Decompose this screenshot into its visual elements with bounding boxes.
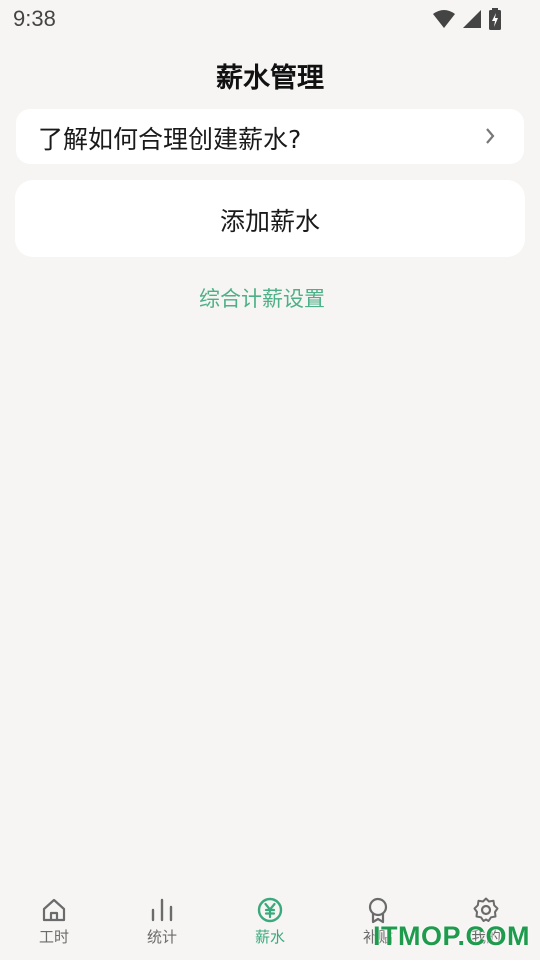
nav-item-stats[interactable]: 统计 <box>108 882 216 960</box>
help-card[interactable]: 了解如何合理创建薪水? <box>16 109 524 164</box>
signal-icon <box>463 10 481 28</box>
chevron-right-icon <box>486 128 495 144</box>
battery-icon <box>489 8 501 30</box>
watermark: ITMOP.COM <box>372 921 530 951</box>
nav-item-label: 统计 <box>146 928 177 946</box>
add-salary-button[interactable]: 添加薪水 <box>15 180 525 257</box>
status-icons <box>432 8 502 30</box>
wifi-icon <box>433 10 455 28</box>
add-salary-label: 添加薪水 <box>219 207 320 236</box>
status-bar: 9:38 <box>0 0 540 40</box>
page-title: 薪水管理 <box>216 63 324 94</box>
comprehensive-pay-settings-link[interactable]: 综合计薪设置 <box>0 283 524 313</box>
help-card-label: 了解如何合理创建薪水? <box>38 125 302 154</box>
nav-item-label: 工时 <box>38 928 69 946</box>
nav-item-hours[interactable]: 工时 <box>0 882 108 960</box>
home-icon <box>42 898 66 922</box>
nav-item-salary[interactable]: 薪水 <box>216 882 324 960</box>
badge-icon <box>368 897 388 924</box>
bar-chart-icon <box>151 898 173 922</box>
nav-item-label: 薪水 <box>254 928 285 946</box>
status-time: 9:38 <box>13 6 56 31</box>
yen-icon <box>257 897 283 923</box>
gear-icon <box>473 897 499 922</box>
